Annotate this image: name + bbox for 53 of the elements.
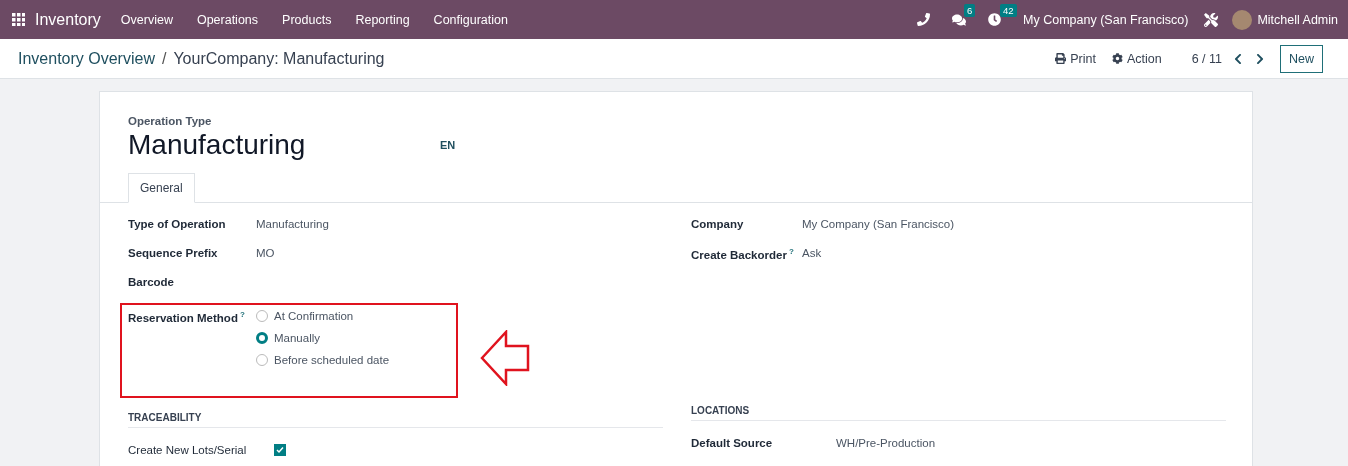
field-label: Reservation Method $^{?}$ <box>128 310 246 326</box>
apps-grid-icon[interactable] <box>12 13 25 26</box>
radio-icon[interactable] <box>256 332 268 344</box>
previous-icon[interactable] <box>1232 52 1244 65</box>
form-caption: Operation Type <box>128 115 213 127</box>
gear-icon <box>1111 53 1123 64</box>
printer-icon <box>1055 53 1067 64</box>
activity-count: 42 <box>1000 4 1017 17</box>
phone-icon[interactable] <box>917 13 931 26</box>
field-label: Barcode <box>128 276 176 288</box>
menu-item[interactable]: Configuration <box>433 12 508 27</box>
company-name[interactable]: My Company (San Francisco) <box>1023 12 1189 27</box>
tab[interactable]: General <box>128 173 195 203</box>
radio-icon[interactable] <box>256 354 268 366</box>
next-icon[interactable] <box>1254 52 1266 65</box>
menu-item[interactable]: Overview <box>120 12 173 27</box>
section-title: TRACEABILITY <box>128 412 663 428</box>
tools-icon[interactable] <box>1204 12 1219 27</box>
menu-item[interactable]: Reporting <box>355 12 410 27</box>
field-value: Manufacturing <box>256 218 329 230</box>
breadcrumb-current: YourCompany: Manufacturing <box>173 49 385 68</box>
section-title: LOCATIONS <box>691 405 1226 421</box>
field-label: Sequence Prefix <box>128 247 219 259</box>
field-label: Company <box>691 218 745 230</box>
breadcrumb-separator: / <box>161 49 167 68</box>
radio-option[interactable]: Before scheduled date <box>256 354 390 366</box>
form-title: Manufacturing <box>128 129 307 161</box>
new-button[interactable]: New <box>1280 44 1323 73</box>
language-button[interactable]: EN <box>440 139 456 151</box>
field-value: My Company (San Francisco) <box>802 218 955 230</box>
print-button[interactable]: Print <box>1055 51 1096 66</box>
field-label: Create Backorder $^{?}$ <box>691 247 795 261</box>
field-label: Create New Lots/Serial <box>128 444 248 456</box>
field-value: MO <box>256 247 275 259</box>
left-arrow-icon <box>480 330 530 386</box>
clock-icon[interactable] <box>988 13 1002 26</box>
breadcrumb-link[interactable]: Inventory Overview <box>18 49 155 68</box>
checkbox[interactable] <box>274 444 286 456</box>
user-name[interactable]: Mitchell Admin <box>1257 12 1338 27</box>
radio-icon[interactable] <box>256 310 268 322</box>
field-value: WH/Pre-Production <box>836 437 936 449</box>
chat-icon[interactable] <box>952 12 967 27</box>
radio-option[interactable]: Manually <box>256 332 390 344</box>
app-name[interactable]: Inventory <box>35 10 101 29</box>
message-count: 6 <box>964 3 976 17</box>
field-label: Default Source <box>691 437 774 449</box>
field-label: Type of Operation <box>128 218 227 230</box>
field-value: Ask <box>802 247 822 259</box>
menu-item[interactable]: Products <box>282 12 332 27</box>
pager-text: 6 / 11 <box>1191 51 1222 66</box>
radio-option[interactable]: At Confirmation <box>256 310 390 322</box>
action-button[interactable]: Action <box>1111 51 1162 66</box>
menu-item[interactable]: Operations <box>196 12 259 27</box>
